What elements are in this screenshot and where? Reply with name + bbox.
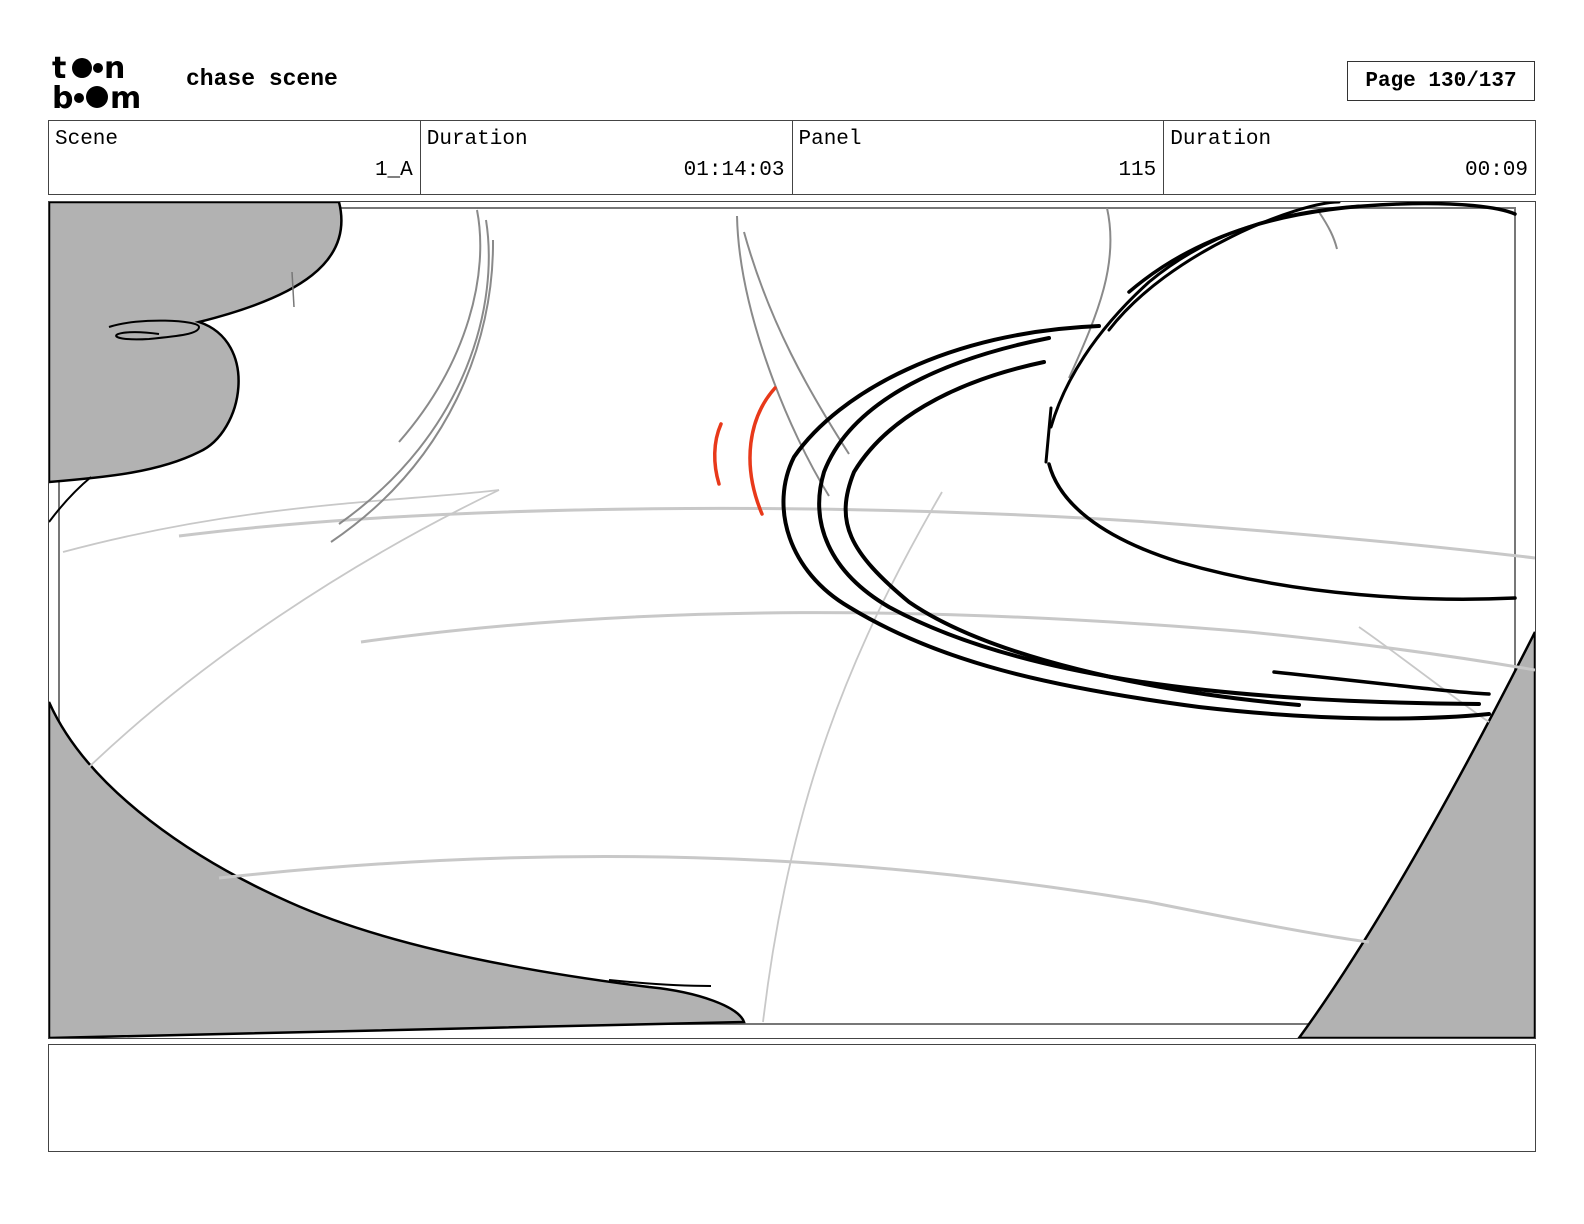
- scene-duration-label: Duration: [426, 128, 528, 151]
- panel-duration-cell: Duration 00:09: [1164, 121, 1535, 194]
- panel-info-row: Scene 1_A Duration 01:14:03 Panel 115 Du…: [48, 120, 1536, 195]
- storyboard-panel: [48, 201, 1536, 1039]
- panel-duration-label: Duration: [1170, 128, 1272, 151]
- panel-value: 115: [1118, 159, 1157, 182]
- svg-text:m: m: [110, 81, 141, 112]
- toon-boom-logo: t n b m: [52, 50, 164, 116]
- scene-label: Scene: [55, 128, 119, 151]
- scene-duration-value: 01:14:03: [683, 159, 785, 182]
- panel-sketch: [49, 202, 1535, 1038]
- caption-box: [48, 1044, 1536, 1152]
- project-title: chase scene: [186, 66, 338, 92]
- scene-duration-cell: Duration 01:14:03: [421, 121, 793, 194]
- panel-label: Panel: [798, 128, 862, 151]
- panel-cell: Panel 115: [793, 121, 1165, 194]
- page-label: Page 130/137: [1365, 69, 1517, 93]
- shadow-bottom-left: [49, 701, 746, 1038]
- shadow-bottom-right: [1297, 631, 1535, 1038]
- panel-duration-value: 00:09: [1464, 159, 1528, 182]
- svg-text:b: b: [52, 81, 73, 112]
- scene-value: 1_A: [374, 159, 413, 182]
- shadow-top-left: [49, 202, 343, 484]
- scene-cell: Scene 1_A: [49, 121, 421, 194]
- page-indicator: Page 130/137: [1347, 61, 1535, 101]
